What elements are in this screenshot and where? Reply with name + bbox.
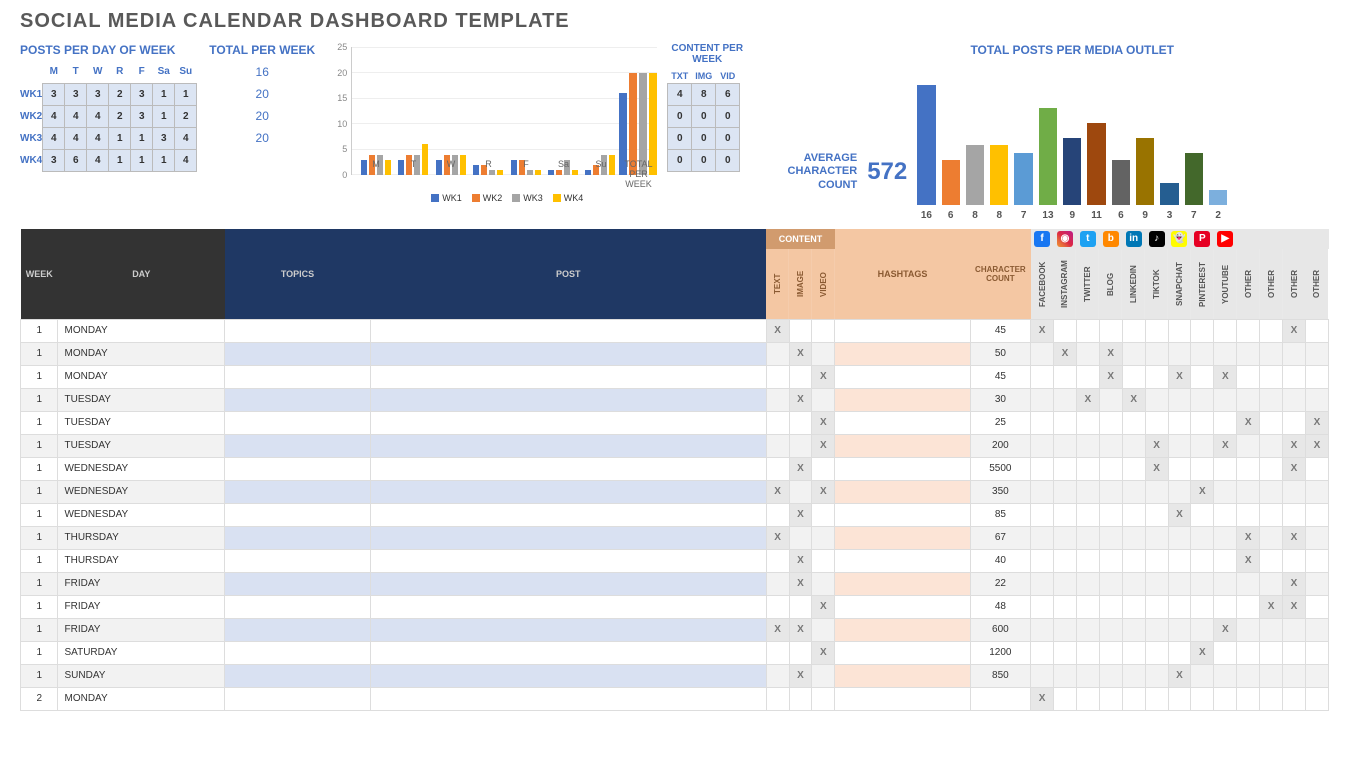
- table-row: 1SATURDAYX1200X: [21, 641, 1329, 664]
- table-row: 1WEDNESDAYX85X: [21, 503, 1329, 526]
- total-per-week-panel: TOTAL PER WEEK 16 20 20 20: [207, 43, 317, 221]
- col-post: POST: [370, 229, 766, 319]
- col-charcount: CHARACTER COUNT: [970, 229, 1030, 319]
- posts-per-day-panel: POSTS PER DAY OF WEEK M T W R F Sa Su WK…: [20, 43, 197, 221]
- table-row: 1MONDAYX50XX: [21, 342, 1329, 365]
- content-per-week-table: TXT IMG VID 486000000000: [667, 69, 740, 172]
- icon-facebook: f: [1031, 229, 1054, 249]
- table-row: 1TUESDAYX30XX: [21, 388, 1329, 411]
- table-row: 1FRIDAYX22X: [21, 572, 1329, 595]
- col-hashtags: HASHTAGS: [835, 229, 970, 319]
- icon-youtube: ▶: [1214, 229, 1237, 249]
- icon-linkedin: in: [1122, 229, 1145, 249]
- table-row: 2MONDAYX: [21, 687, 1329, 710]
- calendar-table: WEEK DAY TOPICS POST CONTENT HASHTAGS CH…: [20, 229, 1329, 711]
- icon-snapchat: 👻: [1168, 229, 1191, 249]
- col-day: DAY: [58, 229, 225, 319]
- table-row: 1MONDAYX45XXX: [21, 365, 1329, 388]
- avg-value: 572: [867, 158, 907, 186]
- table-row: 1TUESDAYX25XX: [21, 411, 1329, 434]
- icon-instagram: ◉: [1053, 229, 1076, 249]
- weekly-bar-chart: MTWRFSaSuTOTAL PER WEEK WK1WK2WK3WK4 051…: [327, 43, 657, 203]
- col-video: VIDEO: [812, 249, 835, 319]
- col-topics: TOPICS: [225, 229, 371, 319]
- content-per-week-title: CONTENT PER WEEK: [667, 43, 747, 65]
- table-row: 1TUESDAYX200XXXX: [21, 434, 1329, 457]
- icon-twitter: t: [1076, 229, 1099, 249]
- icon-tiktok: ♪: [1145, 229, 1168, 249]
- avg-label: AVERAGE CHARACTER COUNT: [757, 152, 857, 192]
- total-per-week-title: TOTAL PER WEEK: [207, 43, 317, 57]
- table-row: 1SUNDAYX850X: [21, 664, 1329, 687]
- col-content: CONTENT: [766, 229, 835, 249]
- content-per-week-panel: CONTENT PER WEEK TXT IMG VID 48600000000…: [667, 43, 747, 221]
- table-row: 1FRIDAYX48XX: [21, 595, 1329, 618]
- outlet-bar-chart: 1668871391169372: [917, 61, 1227, 221]
- table-row: 1THURSDAYX67XX: [21, 526, 1329, 549]
- outlet-title: TOTAL POSTS PER MEDIA OUTLET: [917, 43, 1227, 57]
- table-row: 1FRIDAYXX600X: [21, 618, 1329, 641]
- posts-per-day-table: M T W R F Sa Su WK13332311WK24442312WK34…: [20, 61, 197, 172]
- table-row: 1MONDAYX45XX: [21, 319, 1329, 342]
- icon-blog: b: [1099, 229, 1122, 249]
- table-row: 1THURSDAYX40X: [21, 549, 1329, 572]
- posts-per-day-title: POSTS PER DAY OF WEEK: [20, 43, 197, 57]
- table-row: 1WEDNESDAYX5500XX: [21, 457, 1329, 480]
- col-week: WEEK: [21, 229, 58, 319]
- col-text: TEXT: [766, 249, 789, 319]
- col-image: IMAGE: [789, 249, 812, 319]
- page-title: SOCIAL MEDIA CALENDAR DASHBOARD TEMPLATE: [20, 10, 1329, 33]
- avg-char-count: AVERAGE CHARACTER COUNT 572: [757, 123, 907, 221]
- outlet-panel: TOTAL POSTS PER MEDIA OUTLET 16688713911…: [917, 43, 1227, 221]
- icon-pinterest: P: [1191, 229, 1214, 249]
- table-row: 1WEDNESDAYXX350X: [21, 480, 1329, 503]
